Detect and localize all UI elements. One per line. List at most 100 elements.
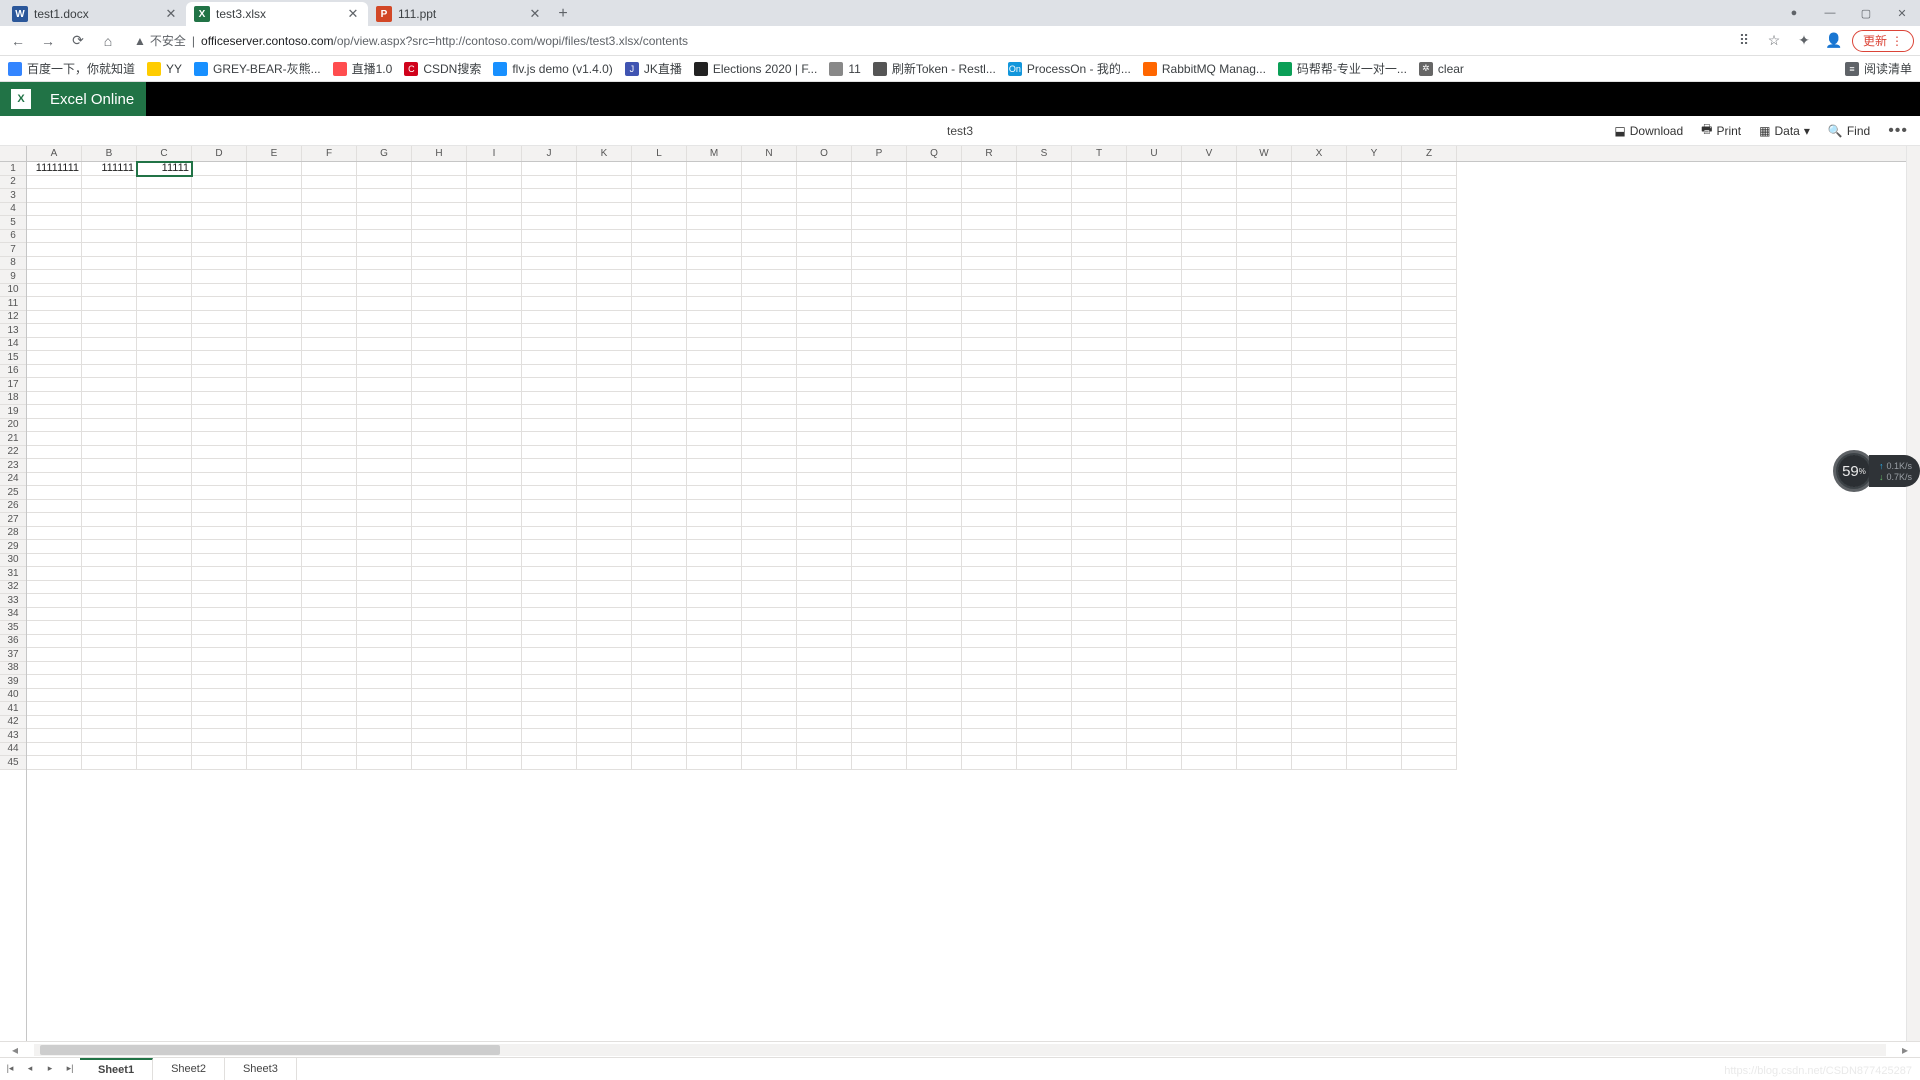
cell[interactable] (357, 554, 412, 568)
cell[interactable] (357, 486, 412, 500)
cell[interactable] (632, 284, 687, 298)
row-header[interactable]: 40 (0, 689, 26, 703)
cell[interactable] (522, 176, 577, 190)
cell[interactable] (742, 230, 797, 244)
cell[interactable] (1017, 500, 1072, 514)
cell[interactable] (412, 324, 467, 338)
security-indicator[interactable]: ▲ 不安全 (134, 32, 186, 49)
browser-tab[interactable]: W test1.docx ✕ (4, 2, 186, 26)
cell[interactable] (577, 689, 632, 703)
cell[interactable] (577, 567, 632, 581)
column-header[interactable]: X (1292, 146, 1347, 161)
cell[interactable] (687, 527, 742, 541)
cell[interactable] (247, 743, 302, 757)
cell[interactable] (82, 365, 137, 379)
cell[interactable] (1237, 405, 1292, 419)
cell[interactable] (1127, 608, 1182, 622)
cell[interactable] (27, 176, 82, 190)
cell[interactable] (247, 459, 302, 473)
row-header[interactable]: 41 (0, 702, 26, 716)
cell[interactable] (192, 527, 247, 541)
cell[interactable] (1402, 567, 1457, 581)
cell[interactable] (1072, 743, 1127, 757)
cell[interactable] (1402, 581, 1457, 595)
cell[interactable] (1017, 365, 1072, 379)
cell[interactable] (962, 459, 1017, 473)
translate-icon[interactable]: ⠿ (1732, 29, 1756, 53)
cell[interactable] (82, 729, 137, 743)
cell[interactable] (1292, 311, 1347, 325)
cell[interactable] (687, 378, 742, 392)
cell[interactable] (1347, 419, 1402, 433)
cell[interactable] (1347, 648, 1402, 662)
cell[interactable] (687, 621, 742, 635)
cell[interactable] (137, 702, 192, 716)
cell[interactable] (247, 621, 302, 635)
cell[interactable] (357, 378, 412, 392)
cell[interactable] (962, 351, 1017, 365)
cell[interactable] (82, 702, 137, 716)
hscroll-thumb[interactable] (40, 1045, 500, 1055)
cell[interactable] (247, 702, 302, 716)
cell[interactable] (82, 297, 137, 311)
cell[interactable] (1182, 297, 1237, 311)
cell[interactable] (27, 527, 82, 541)
cell[interactable] (1237, 608, 1292, 622)
cell[interactable] (357, 459, 412, 473)
cell[interactable] (742, 257, 797, 271)
cell[interactable] (1237, 270, 1292, 284)
cell[interactable] (1347, 608, 1402, 622)
cell[interactable] (852, 351, 907, 365)
cell[interactable] (302, 284, 357, 298)
cell[interactable] (412, 567, 467, 581)
cell[interactable] (137, 176, 192, 190)
cell[interactable] (357, 648, 412, 662)
cell[interactable] (907, 257, 962, 271)
cell[interactable] (797, 392, 852, 406)
cell[interactable] (1347, 486, 1402, 500)
cell[interactable] (1182, 594, 1237, 608)
cell[interactable] (1402, 729, 1457, 743)
cell[interactable] (1127, 311, 1182, 325)
cell[interactable] (1237, 500, 1292, 514)
row-header[interactable]: 39 (0, 675, 26, 689)
cell[interactable] (192, 608, 247, 622)
cell[interactable] (1072, 459, 1127, 473)
cell[interactable] (467, 702, 522, 716)
cell[interactable] (687, 581, 742, 595)
cell[interactable] (1017, 554, 1072, 568)
cell[interactable] (247, 405, 302, 419)
cell[interactable] (467, 216, 522, 230)
cell[interactable] (797, 432, 852, 446)
cell[interactable] (797, 756, 852, 770)
row-header[interactable]: 15 (0, 351, 26, 365)
cell[interactable] (357, 500, 412, 514)
cell[interactable] (1072, 351, 1127, 365)
sheet-tab[interactable]: Sheet2 (153, 1058, 225, 1080)
cell[interactable] (1182, 648, 1237, 662)
cell[interactable] (1347, 365, 1402, 379)
cell[interactable] (357, 675, 412, 689)
bookmark-item[interactable]: GREY-BEAR-灰熊... (194, 60, 321, 77)
cell[interactable] (247, 257, 302, 271)
cell[interactable] (1182, 284, 1237, 298)
cell[interactable] (742, 689, 797, 703)
cell[interactable] (192, 189, 247, 203)
cell[interactable] (1347, 621, 1402, 635)
cell[interactable] (742, 405, 797, 419)
column-header[interactable]: I (467, 146, 522, 161)
cell[interactable] (577, 500, 632, 514)
cell[interactable] (82, 513, 137, 527)
cell[interactable] (852, 216, 907, 230)
cell[interactable] (1017, 270, 1072, 284)
cell[interactable] (632, 675, 687, 689)
row-header[interactable]: 25 (0, 486, 26, 500)
cell[interactable] (412, 743, 467, 757)
cell[interactable] (1292, 405, 1347, 419)
cell[interactable] (137, 365, 192, 379)
cell[interactable] (907, 594, 962, 608)
cell[interactable] (742, 743, 797, 757)
cell[interactable] (1402, 432, 1457, 446)
cell[interactable] (1127, 473, 1182, 487)
back-button[interactable]: ← (6, 29, 30, 53)
